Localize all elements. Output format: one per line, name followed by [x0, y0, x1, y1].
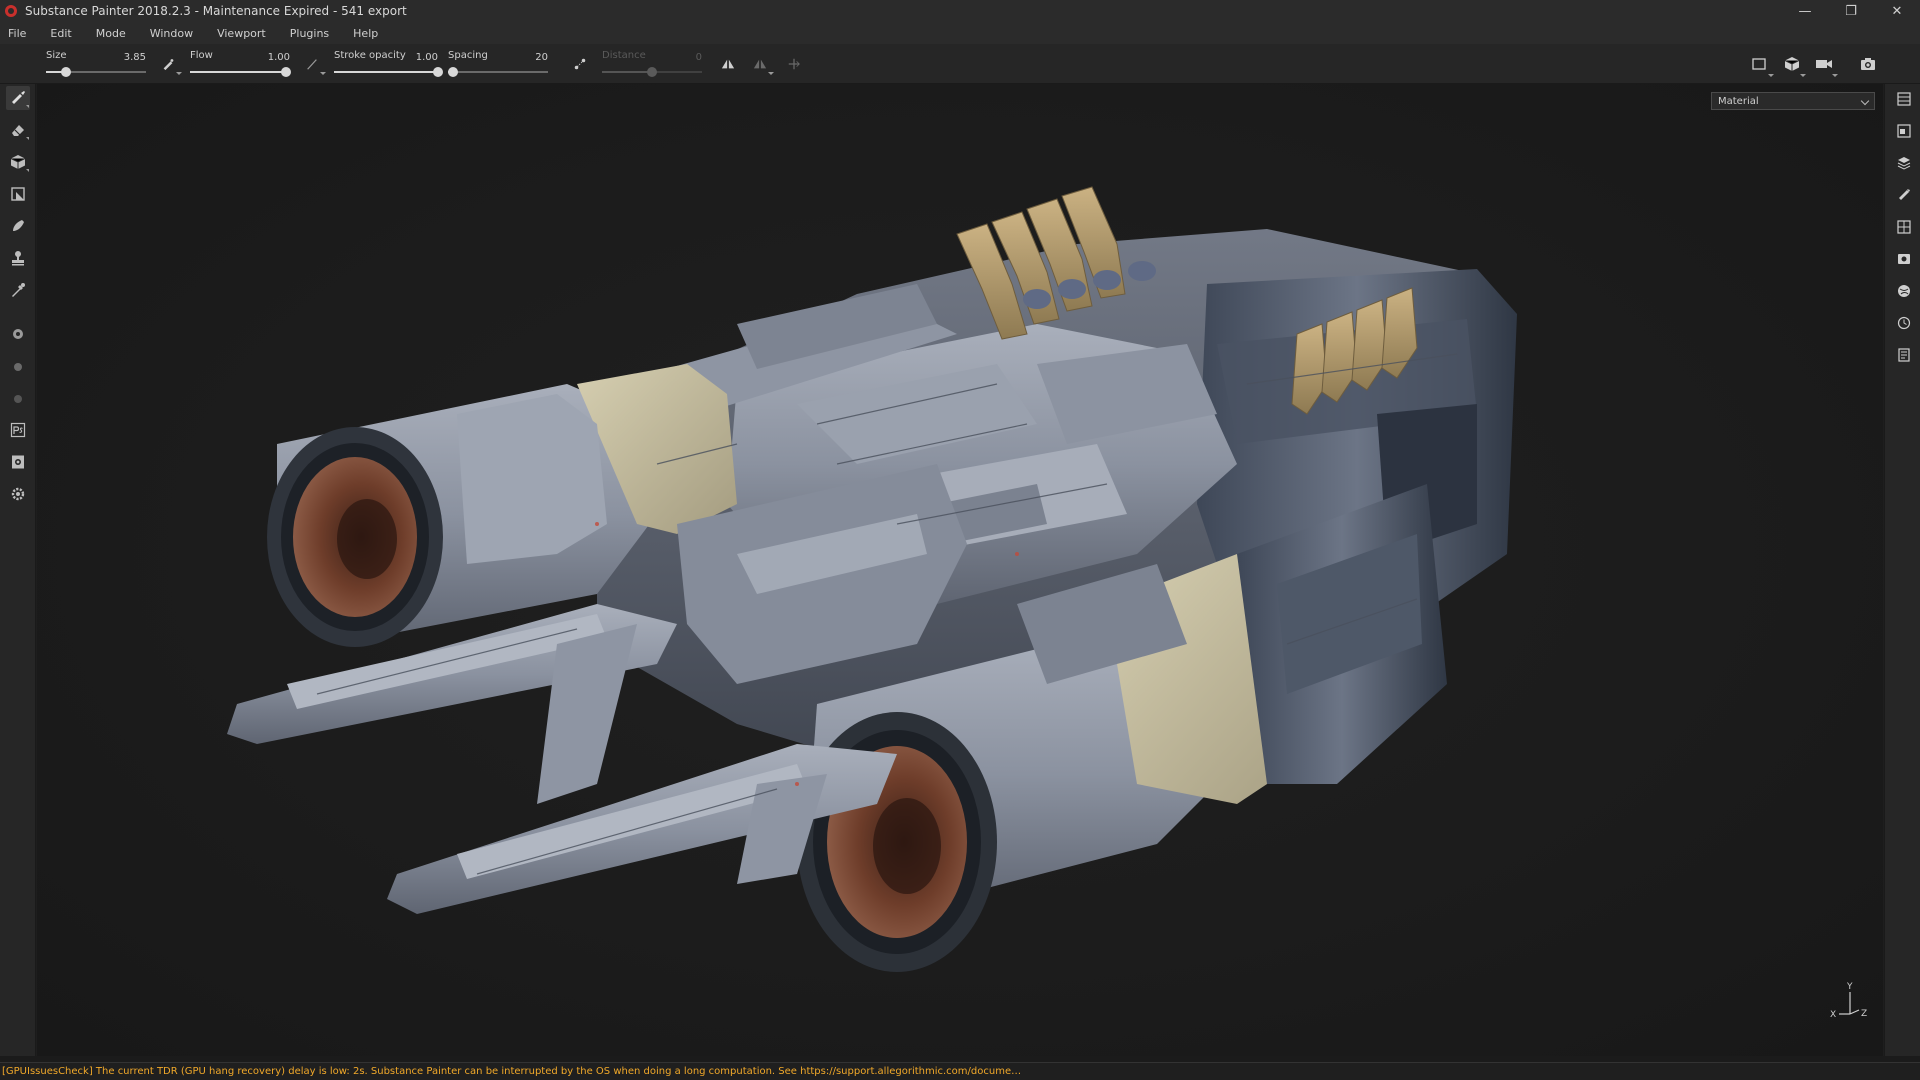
- bake-icon[interactable]: [6, 322, 30, 346]
- channel-dropdown[interactable]: Material: [1711, 92, 1875, 110]
- menu-window[interactable]: Window: [148, 27, 195, 40]
- distance-value: 0: [695, 52, 702, 63]
- right-toolbar: [1884, 84, 1920, 1056]
- stroke-opacity-value[interactable]: 1.00: [408, 52, 438, 63]
- 3d-viewport[interactable]: Material Y X Z: [37, 84, 1883, 1056]
- flow-fill: [190, 71, 286, 73]
- spacing-handle[interactable]: [448, 67, 458, 77]
- eraser-icon[interactable]: [6, 118, 30, 142]
- brush-alignment-icon[interactable]: [160, 56, 176, 72]
- close-button[interactable]: ✕: [1874, 0, 1920, 22]
- display-mode-cube-icon[interactable]: [1780, 54, 1804, 74]
- pen-pressure-caret[interactable]: [320, 72, 326, 75]
- shelf-icon[interactable]: [1893, 280, 1915, 302]
- pen-pressure-icon[interactable]: [304, 56, 320, 72]
- axis-gizmo: Y X Z: [1830, 982, 1867, 1020]
- viewport-mode-caret[interactable]: [1768, 74, 1774, 77]
- symmetry-mirror-icon[interactable]: [752, 56, 768, 72]
- distance-label: Distance: [602, 50, 646, 61]
- properties-icon[interactable]: [1893, 184, 1915, 206]
- symmetry-icon[interactable]: [720, 56, 736, 72]
- size-slider[interactable]: Size 3.85: [46, 48, 146, 82]
- camera-icon[interactable]: [1812, 54, 1836, 74]
- paint-brush-icon[interactable]: [6, 86, 30, 110]
- stroke-opacity-fill: [334, 71, 438, 73]
- export-textures-icon[interactable]: [6, 450, 30, 474]
- distance-track: [602, 67, 702, 77]
- axis-x-label: X: [1830, 1010, 1836, 1020]
- menu-help[interactable]: Help: [351, 27, 380, 40]
- smudge-icon[interactable]: [6, 214, 30, 238]
- menu-viewport[interactable]: Viewport: [215, 27, 268, 40]
- stroke-opacity-label: Stroke opacity: [334, 50, 406, 61]
- distance-slider: Distance 0: [602, 48, 702, 82]
- sphere-icon[interactable]: [6, 386, 30, 410]
- brush-alignment-caret[interactable]: [176, 72, 182, 75]
- flow-track[interactable]: [190, 67, 291, 77]
- flow-label: Flow: [190, 50, 213, 61]
- screenshot-icon[interactable]: [1856, 54, 1880, 74]
- flow-value[interactable]: 1.00: [260, 52, 290, 63]
- menu-plugins[interactable]: Plugins: [288, 27, 331, 40]
- photoshop-export-icon[interactable]: [6, 418, 30, 442]
- size-track[interactable]: [46, 67, 146, 77]
- lazy-mouse-icon[interactable]: [572, 56, 588, 72]
- axis-z-label: Z: [1861, 1009, 1867, 1019]
- menu-mode[interactable]: Mode: [94, 27, 128, 40]
- viewer-settings-icon[interactable]: [1893, 248, 1915, 270]
- flow-handle[interactable]: [281, 67, 291, 77]
- stroke-opacity-handle[interactable]: [433, 67, 443, 77]
- size-handle[interactable]: [61, 67, 71, 77]
- title-bar: Substance Painter 2018.2.3 - Maintenance…: [0, 0, 1920, 22]
- tool-properties-bar: Size 3.85 Flow 1.00 Stroke opacity 1.00 …: [0, 44, 1920, 84]
- chevron-down-icon: [1860, 96, 1870, 106]
- clone-stamp-icon[interactable]: [6, 246, 30, 270]
- log-icon[interactable]: [1893, 344, 1915, 366]
- app-logo-icon: [5, 5, 17, 17]
- symmetry-caret[interactable]: [768, 72, 774, 75]
- texture-set-list-icon[interactable]: [1893, 120, 1915, 142]
- display-mode-caret[interactable]: [1800, 74, 1806, 77]
- stroke-opacity-track[interactable]: [334, 67, 443, 77]
- texture-set-settings-icon[interactable]: [1893, 152, 1915, 174]
- menu-bar: File Edit Mode Window Viewport Plugins H…: [0, 22, 1920, 44]
- camera-caret[interactable]: [1832, 74, 1838, 77]
- history-icon[interactable]: [1893, 312, 1915, 334]
- spacing-label: Spacing: [448, 50, 488, 61]
- spacing-value[interactable]: 20: [518, 52, 548, 63]
- spacing-track[interactable]: [448, 67, 548, 77]
- flow-slider[interactable]: Flow 1.00: [190, 48, 291, 82]
- viewport-2d-3d-icon[interactable]: [1748, 54, 1772, 74]
- restore-button[interactable]: ❐: [1828, 0, 1874, 22]
- status-bar: [GPUIssuesCheck] The current TDR (GPU ha…: [0, 1062, 1920, 1080]
- polygon-fill-icon[interactable]: [6, 182, 30, 206]
- spaceship-model[interactable]: [37, 84, 1883, 1056]
- size-value[interactable]: 3.85: [116, 52, 146, 63]
- color-picker-icon[interactable]: [6, 278, 30, 302]
- distance-fill: [602, 71, 652, 73]
- stroke-opacity-slider[interactable]: Stroke opacity 1.00: [334, 48, 443, 82]
- projection-icon[interactable]: [6, 150, 30, 174]
- axis-y-label: Y: [1846, 982, 1853, 992]
- menu-file[interactable]: File: [6, 27, 28, 40]
- left-toolbar: [0, 84, 36, 1056]
- material-ball-icon[interactable]: [6, 354, 30, 378]
- menu-edit[interactable]: Edit: [48, 27, 73, 40]
- minimize-button[interactable]: —: [1782, 0, 1828, 22]
- window-controls: — ❐ ✕: [1782, 0, 1920, 22]
- settings-icon[interactable]: [6, 482, 30, 506]
- channel-dropdown-value: Material: [1718, 95, 1759, 107]
- distance-handle: [647, 67, 657, 77]
- size-label: Size: [46, 50, 67, 61]
- display-settings-icon[interactable]: [1893, 216, 1915, 238]
- spacing-slider[interactable]: Spacing 20: [448, 48, 548, 82]
- status-message[interactable]: [GPUIssuesCheck] The current TDR (GPU ha…: [2, 1066, 1021, 1077]
- layers-icon[interactable]: [1893, 88, 1915, 110]
- symmetry-pivot-icon[interactable]: [786, 56, 802, 72]
- window-title: Substance Painter 2018.2.3 - Maintenance…: [25, 4, 407, 18]
